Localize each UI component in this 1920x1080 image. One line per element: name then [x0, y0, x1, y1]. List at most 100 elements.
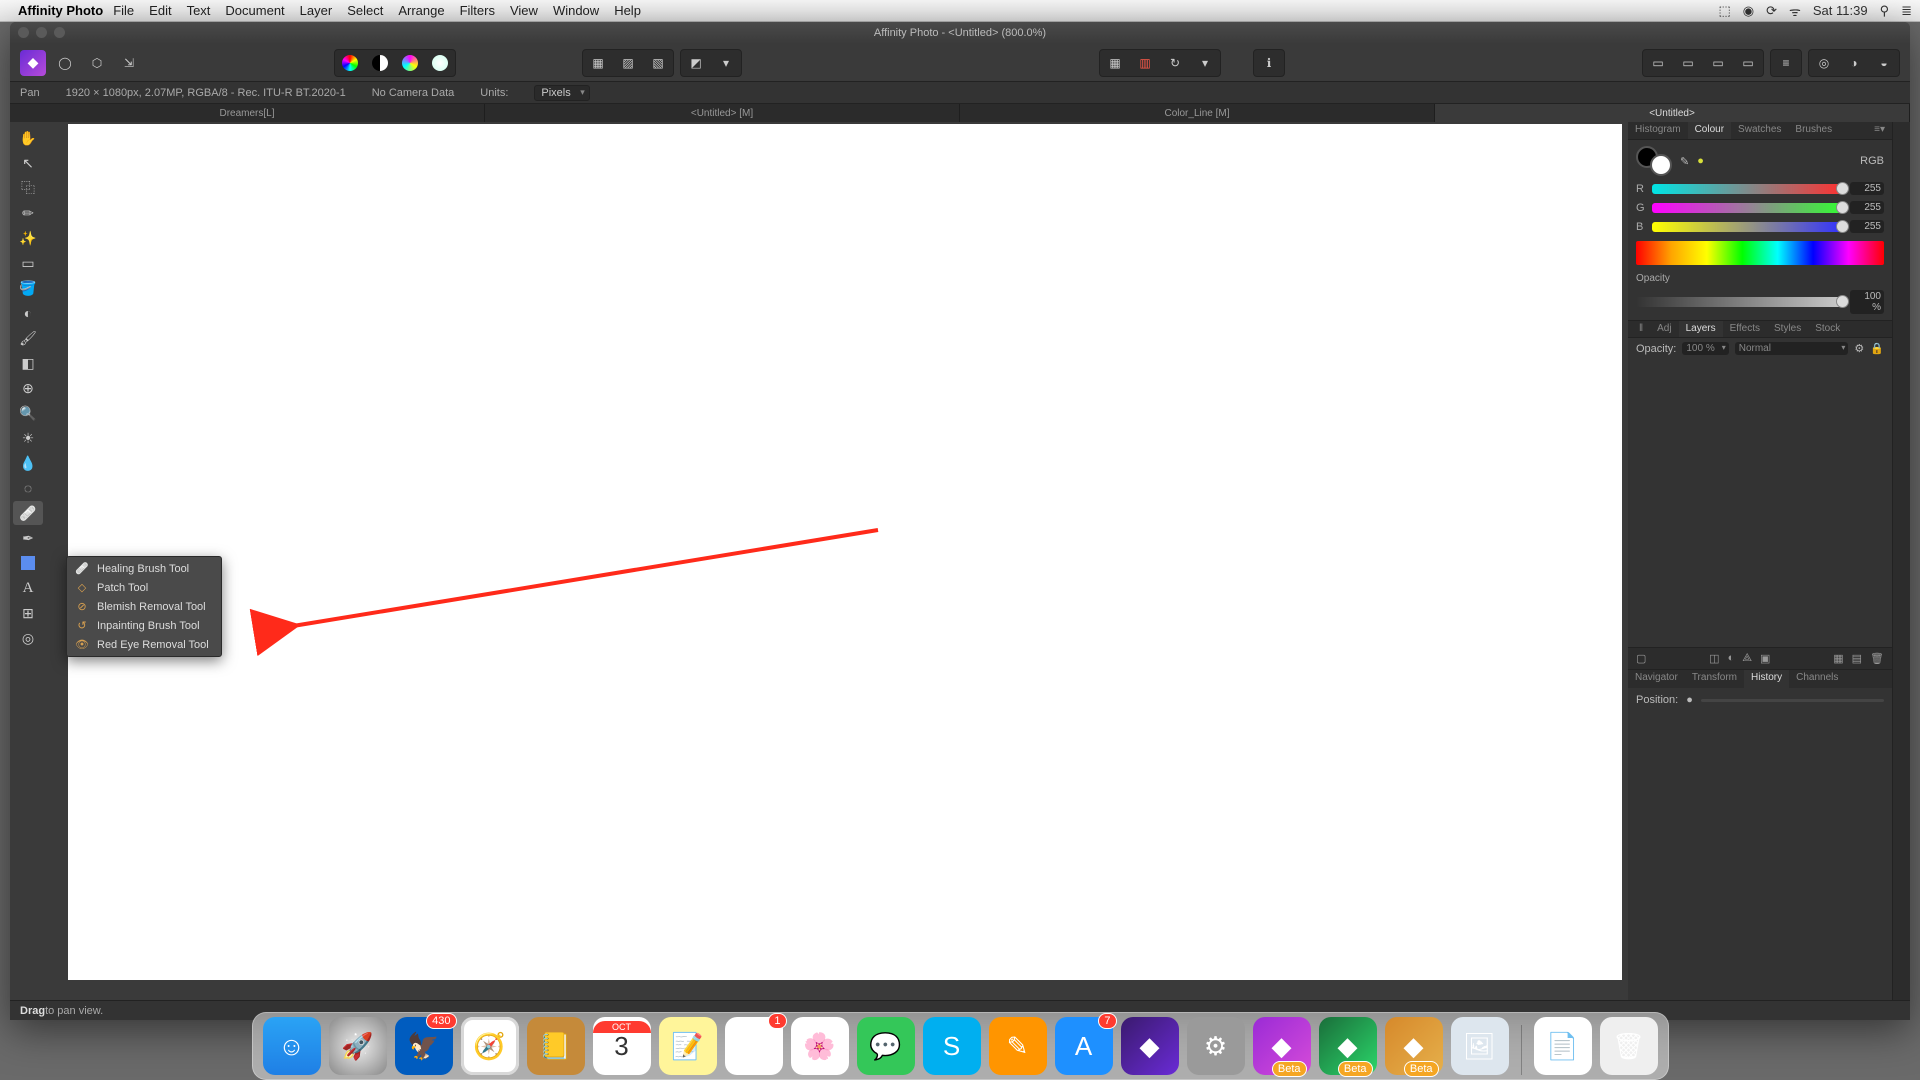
opacity-value[interactable]: 100 % — [1850, 290, 1884, 314]
quick-mask-dropdown-icon[interactable]: ▾ — [713, 52, 739, 74]
mask-icon[interactable]: ▢ — [1636, 652, 1646, 665]
dock-affinity-photo-beta-icon[interactable]: ◆Beta — [1253, 1017, 1311, 1075]
crop-tool[interactable]: ⿻ — [13, 176, 43, 200]
tab-brushes[interactable]: Brushes — [1788, 122, 1839, 139]
arrange-forward-icon[interactable]: ▭ — [1705, 52, 1731, 74]
smudge-tool[interactable]: 💧 — [13, 451, 43, 475]
snapping-grid-icon[interactable]: ▦ — [1102, 52, 1128, 74]
fx-icon[interactable]: ◫ — [1709, 652, 1719, 665]
menu-help[interactable]: Help — [614, 3, 641, 18]
tab-navigator[interactable]: Navigator — [1628, 670, 1685, 688]
dock-appstore-icon[interactable]: A7 — [1055, 1017, 1113, 1075]
mesh-tool[interactable]: ⊞ — [13, 601, 43, 625]
dock-affinity-publisher-beta-icon[interactable]: ◆Beta — [1385, 1017, 1443, 1075]
view-tool[interactable]: ◎ — [13, 626, 43, 650]
document-tab[interactable]: <Untitled> — [1435, 104, 1910, 122]
zoom-tool[interactable]: 🔍 — [13, 401, 43, 425]
insert-behind-icon[interactable]: ◑ — [1841, 52, 1867, 74]
window-zoom-button[interactable] — [54, 27, 65, 38]
persona-liquify-icon[interactable]: ◯ — [52, 52, 78, 74]
paint-brush-tool[interactable]: 🖌 — [13, 326, 43, 350]
tab-styles[interactable]: Styles — [1767, 321, 1808, 337]
dock-preview-icon[interactable]: 🖼 — [1451, 1017, 1509, 1075]
hand-tool[interactable]: ✋ — [13, 126, 43, 150]
dropbox-icon[interactable]: ⬚ — [1718, 3, 1730, 19]
dock-finder-icon[interactable]: ☺ — [263, 1017, 321, 1075]
tab-layers[interactable]: Layers — [1679, 321, 1723, 337]
layer-lock-icon[interactable]: 🔒 — [1870, 342, 1884, 355]
adjustment-icon[interactable]: ◐ — [1728, 652, 1735, 665]
canvas[interactable] — [68, 124, 1622, 980]
context-units-select[interactable]: Pixels — [534, 85, 589, 101]
g-value[interactable]: 255 — [1850, 201, 1884, 214]
eyedropper-sample-icon[interactable]: ● — [1697, 155, 1704, 167]
collapsed-panel-strip[interactable] — [1892, 122, 1910, 1000]
menu-window[interactable]: Window — [553, 3, 599, 18]
menu-text[interactable]: Text — [187, 3, 211, 18]
app-name[interactable]: Affinity Photo — [18, 3, 103, 18]
tab-stock[interactable]: Stock — [1808, 321, 1847, 337]
auto-white-balance-icon[interactable] — [427, 52, 453, 74]
panel-menu-icon[interactable]: ≡▾ — [1867, 122, 1892, 139]
primary-colour-swatch[interactable] — [1650, 154, 1672, 176]
eyedropper-icon[interactable]: ✎ — [1680, 155, 1689, 168]
history-position-marker[interactable]: ● — [1686, 694, 1693, 706]
add-layer-icon[interactable]: ▤ — [1852, 652, 1862, 665]
target-icon[interactable]: ◎ — [1811, 52, 1837, 74]
text-tool[interactable]: A — [13, 576, 43, 600]
tab-history[interactable]: History — [1744, 670, 1789, 688]
document-tab[interactable]: Color_Line [M] — [960, 104, 1435, 122]
clone-tool[interactable]: ⊕ — [13, 376, 43, 400]
menu-layer[interactable]: Layer — [300, 3, 333, 18]
dock-skype-icon[interactable]: S — [923, 1017, 981, 1075]
r-value[interactable]: 255 — [1850, 182, 1884, 195]
add-pixel-layer-icon[interactable]: ▦ — [1833, 652, 1843, 665]
flyout-item[interactable]: ⊘Blemish Removal Tool — [67, 597, 221, 616]
dock-photos-icon[interactable]: 🌸 — [791, 1017, 849, 1075]
wifi-icon[interactable]: ᯤ — [1789, 2, 1801, 20]
dock-launchpad-icon[interactable]: 🚀 — [329, 1017, 387, 1075]
menubar-clock[interactable]: Sat 11:39 — [1813, 3, 1868, 18]
auto-colours-icon[interactable] — [397, 52, 423, 74]
menu-filters[interactable]: Filters — [460, 3, 495, 18]
dock-mail-icon[interactable]: 🦅430 — [395, 1017, 453, 1075]
cloud-icon[interactable]: ◉ — [1743, 3, 1754, 19]
selection-subtract-icon[interactable]: ▧ — [645, 52, 671, 74]
arrange-back-icon[interactable]: ▭ — [1645, 52, 1671, 74]
selection-add-icon[interactable]: ▨ — [615, 52, 641, 74]
document-tab[interactable]: <Untitled> [M] — [485, 104, 960, 122]
pen-tool[interactable]: ✒ — [13, 526, 43, 550]
tab-swatches[interactable]: Swatches — [1731, 122, 1788, 139]
menubar-menu-icon[interactable]: ≣ — [1901, 3, 1912, 19]
selection-brush-tool[interactable]: ✏ — [13, 201, 43, 225]
tab-adj[interactable]: Adj — [1650, 321, 1678, 337]
auto-levels-icon[interactable] — [337, 52, 363, 74]
shape-tool[interactable] — [13, 551, 43, 575]
menu-select[interactable]: Select — [347, 3, 383, 18]
hue-field[interactable] — [1636, 241, 1884, 265]
align-icon[interactable]: ≡ — [1773, 52, 1799, 74]
rotate-dropdown-icon[interactable]: ▾ — [1192, 52, 1218, 74]
arrange-front-icon[interactable]: ▭ — [1735, 52, 1761, 74]
canvas-area[interactable]: 🩹Healing Brush Tool◇Patch Tool⊘Blemish R… — [46, 122, 1628, 1000]
colour-swatches[interactable] — [1636, 146, 1672, 176]
gradient-tool[interactable]: ◐ — [13, 301, 43, 325]
b-value[interactable]: 255 — [1850, 220, 1884, 233]
dock-affinity-photo-icon[interactable]: ◆ — [1121, 1017, 1179, 1075]
dock-notes-icon[interactable]: 📝 — [659, 1017, 717, 1075]
blend-mode-select[interactable]: Normal — [1735, 342, 1849, 355]
dock-contacts-icon[interactable]: 📒 — [527, 1017, 585, 1075]
dock-pages-icon[interactable]: ✎ — [989, 1017, 1047, 1075]
layers-list[interactable] — [1628, 359, 1892, 647]
menu-document[interactable]: Document — [225, 3, 284, 18]
dock-safari-icon[interactable]: 🧭 — [461, 1017, 519, 1075]
menu-arrange[interactable]: Arrange — [398, 3, 444, 18]
spotlight-icon[interactable]: ⚲ — [1880, 3, 1890, 19]
healing-tool[interactable]: 🩹 — [13, 501, 43, 525]
persona-develop-icon[interactable]: ⬡ — [84, 52, 110, 74]
history-slider[interactable] — [1701, 699, 1884, 702]
assistant-icon[interactable]: ℹ — [1256, 52, 1282, 74]
r-slider[interactable] — [1652, 184, 1844, 194]
b-slider[interactable] — [1652, 222, 1844, 232]
dock-affinity-designer-beta-icon[interactable]: ◆Beta — [1319, 1017, 1377, 1075]
